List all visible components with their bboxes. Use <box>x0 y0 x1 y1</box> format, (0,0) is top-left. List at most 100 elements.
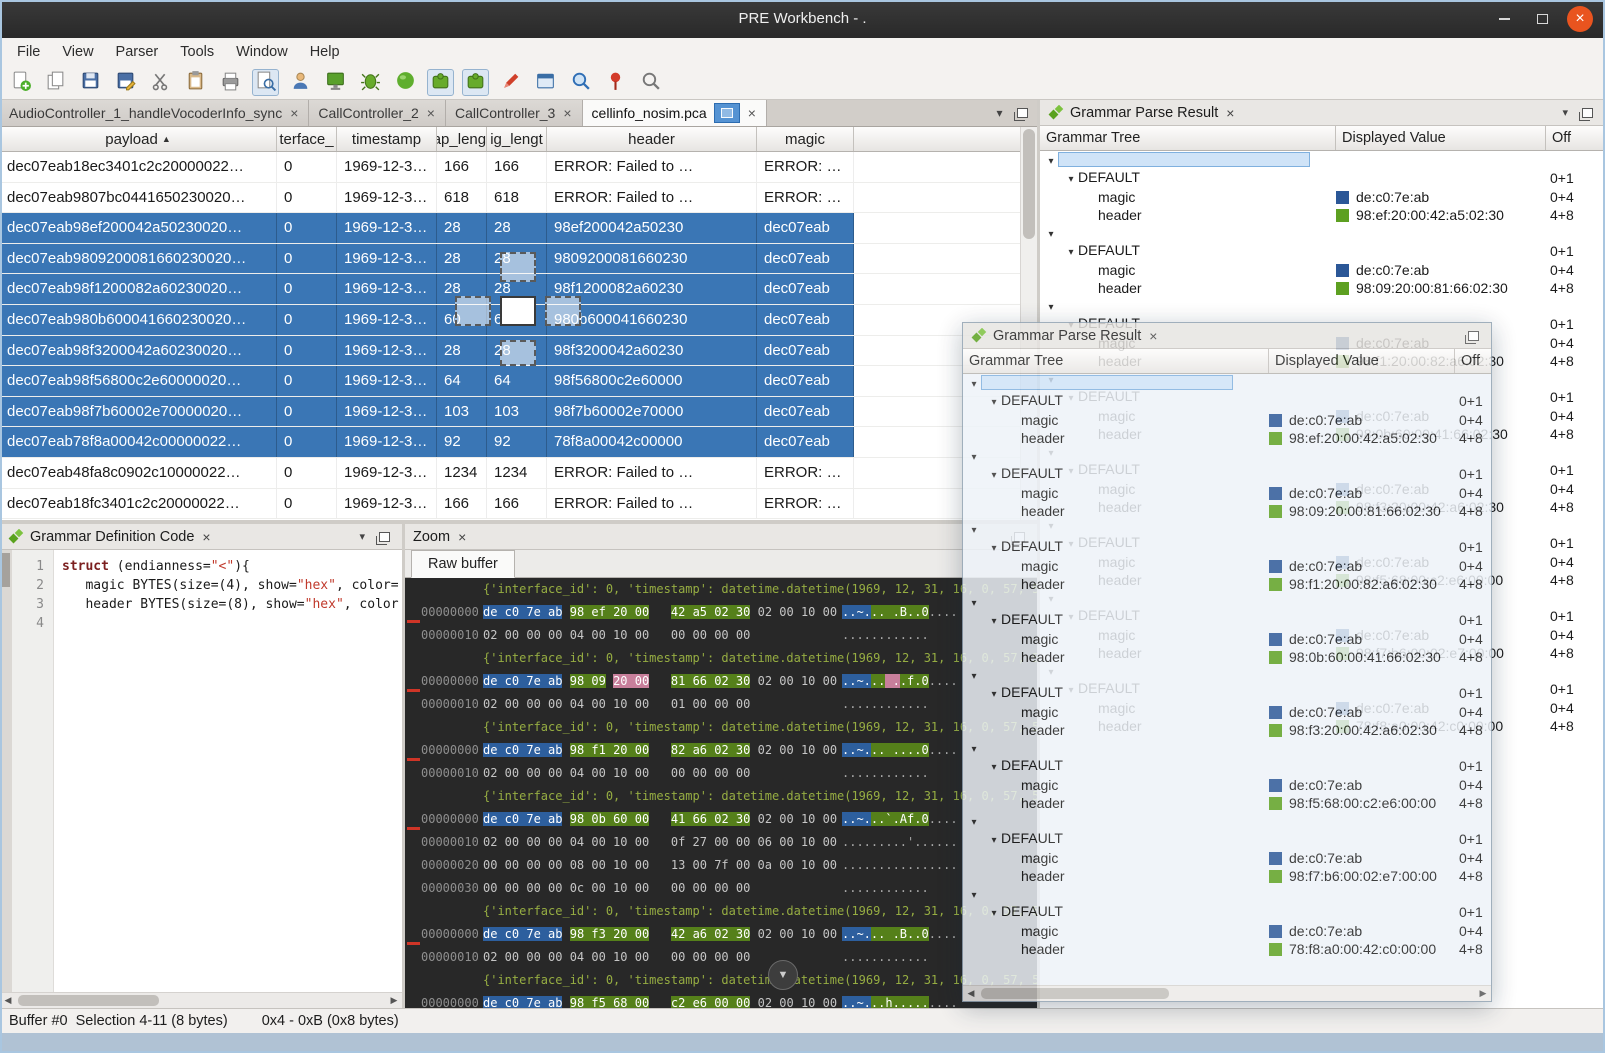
hex-scroll-down-button[interactable]: ▼ <box>768 960 798 990</box>
menu-help[interactable]: Help <box>299 41 351 63</box>
menu-file[interactable]: File <box>6 41 51 63</box>
tree-row-root[interactable]: ▾ <box>963 447 1491 465</box>
tab-list-button[interactable]: ▾ <box>987 100 1012 126</box>
scroll-left-icon[interactable]: ◀ <box>963 988 979 999</box>
tree-row-header[interactable]: header78:f8:a0:00:42:c0:00:004+8 <box>963 940 1491 958</box>
tab-audiocontroller-1-handlevocoderinfo-sync[interactable]: AudioController_1_handleVocoderInfo_sync… <box>0 100 309 126</box>
tree-row-default[interactable]: ▾DEFAULT0+1 <box>963 757 1491 775</box>
tree-row-default[interactable]: ▾DEFAULT0+1 <box>963 684 1491 702</box>
marker-button[interactable] <box>497 69 524 96</box>
tree-row-magic[interactable]: magicde:c0:7e:ab0+4 <box>1040 188 1605 206</box>
menu-window[interactable]: Window <box>225 41 299 63</box>
hex-row[interactable]: 0000001002 00 00 00 04 00 10 00 01 00 00… <box>405 693 1037 716</box>
table-row[interactable]: dec07eab48fa8c0902c10000022…01969-12-3…1… <box>0 458 1037 489</box>
table-row[interactable]: dec07eab98f56800c2e60000020…01969-12-3…6… <box>0 366 1037 397</box>
titlebar[interactable]: PRE Workbench - . × <box>0 0 1605 38</box>
open-parse-result-button[interactable] <box>252 69 279 96</box>
tree-column-grammar-tree[interactable]: Grammar Tree <box>1040 126 1336 150</box>
parse-all-button[interactable] <box>462 69 489 96</box>
column-header-timestamp[interactable]: timestamp <box>337 127 437 151</box>
tree-row-magic[interactable]: magicde:c0:7e:ab0+4 <box>963 776 1491 794</box>
window-button[interactable] <box>532 69 559 96</box>
save-as-button[interactable] <box>112 69 139 96</box>
tree-row-root[interactable]: ▾ <box>963 666 1491 684</box>
scrollbar-thumb[interactable] <box>981 988 1169 999</box>
hex-row[interactable]: 00000000de c0 7e ab 98 f5 68 00 c2 e6 00… <box>405 992 1037 1008</box>
tree-column-displayed-value[interactable]: Displayed Value <box>1269 349 1455 373</box>
tab-detach-button[interactable] <box>1012 100 1037 126</box>
hex-row[interactable]: 0000001002 00 00 00 04 00 10 00 0f 27 00… <box>405 831 1037 854</box>
column-header-magic[interactable]: magic <box>757 127 854 151</box>
panel-close-icon[interactable]: × <box>1149 328 1157 344</box>
zoom-panel-header[interactable]: Zoom × <box>405 524 1037 550</box>
scrollbar-thumb[interactable] <box>1023 129 1035 239</box>
hex-row[interactable]: 0000003000 00 00 00 0c 00 10 00 00 00 00… <box>405 877 1037 900</box>
hex-row[interactable]: 00000000de c0 7e ab 98 09 20 00 81 66 02… <box>405 670 1037 693</box>
tree-row-root[interactable]: ▾ <box>1040 297 1605 315</box>
code-editor[interactable]: 1234 struct (endianness="<"){ magic BYTE… <box>0 550 402 992</box>
scroll-right-icon[interactable]: ▶ <box>386 995 402 1006</box>
maximize-button[interactable] <box>1529 6 1555 32</box>
tree-row-magic[interactable]: magicde:c0:7e:ab0+4 <box>963 630 1491 648</box>
table-row[interactable]: dec07eab98ef200042a50230020…01969-12-3…2… <box>0 213 1037 244</box>
panel-menu-icon[interactable]: ▾ <box>1562 106 1568 119</box>
new-file-button[interactable] <box>7 69 34 96</box>
panel-float-icon[interactable] <box>1582 108 1593 118</box>
tree-row-default[interactable]: ▾DEFAULT0+1 <box>963 538 1491 556</box>
tab-cellinfo-nosim-pca[interactable]: cellinfo_nosim.pca× <box>583 100 767 126</box>
table-row[interactable]: dec07eab18fc3401c2c20000022…01969-12-3…1… <box>0 489 1037 520</box>
copy-document-button[interactable] <box>42 69 69 96</box>
tree-column-displayed-value[interactable]: Displayed Value <box>1336 126 1546 150</box>
search-button[interactable] <box>637 69 664 96</box>
scrollbar-thumb[interactable] <box>18 995 159 1006</box>
tree-row-header[interactable]: header98:ef:20:00:42:a5:02:304+8 <box>1040 206 1605 224</box>
column-header-ap-lengt[interactable]: ap_lengt <box>437 127 487 151</box>
run-button[interactable] <box>392 69 419 96</box>
cut-button[interactable] <box>147 69 174 96</box>
floating-panel-header[interactable]: Grammar Parse Result × <box>963 323 1491 349</box>
tree-row-magic[interactable]: magicde:c0:7e:ab0+4 <box>963 484 1491 502</box>
tree-row-magic[interactable]: magicde:c0:7e:ab0+4 <box>963 411 1491 429</box>
hex-row[interactable]: 0000002000 00 00 00 08 00 10 00 13 00 7f… <box>405 854 1037 877</box>
grammar-code-panel-header[interactable]: Grammar Definition Code × ▾ <box>0 524 402 550</box>
hex-row[interactable]: 0000001002 00 00 00 04 00 10 00 00 00 00… <box>405 624 1037 647</box>
menu-view[interactable]: View <box>51 41 104 63</box>
table-row[interactable]: dec07eab98f7b60002e70000020…01969-12-3…1… <box>0 397 1037 428</box>
tree-row-header[interactable]: header98:f5:68:00:c2:e6:00:004+8 <box>963 794 1491 812</box>
tree-column-off[interactable]: Off <box>1455 349 1492 373</box>
minimize-button[interactable] <box>1491 6 1517 32</box>
column-header-payload[interactable]: payload▲ <box>0 127 277 151</box>
hex-row[interactable]: 0000001002 00 00 00 04 00 10 00 00 00 00… <box>405 762 1037 785</box>
debug-button[interactable] <box>357 69 384 96</box>
tree-row-header[interactable]: header98:09:20:00:81:66:02:304+8 <box>1040 279 1605 297</box>
tab-close-icon[interactable]: × <box>562 105 572 121</box>
hex-row[interactable]: 00000000de c0 7e ab 98 0b 60 00 41 66 02… <box>405 808 1037 831</box>
tab-callcontroller-2[interactable]: CallController_2× <box>309 100 446 126</box>
tab-raw-buffer[interactable]: Raw buffer <box>411 550 515 578</box>
tree-row-root[interactable]: ▾ <box>963 593 1491 611</box>
tree-row-header[interactable]: header98:f7:b6:00:02:e7:00:004+8 <box>963 867 1491 885</box>
panel-close-icon[interactable]: × <box>202 529 210 545</box>
pin-button[interactable] <box>602 69 629 96</box>
panel-close-icon[interactable]: × <box>458 529 466 545</box>
code-horizontal-scrollbar[interactable]: ◀ ▶ <box>0 992 402 1008</box>
tree-row-root[interactable]: ▾ <box>1040 151 1605 169</box>
table-row[interactable]: dec07eab78f8a00042c00000022…01969-12-3…9… <box>0 427 1037 458</box>
tree-row-root[interactable]: ▾ <box>963 374 1491 392</box>
tree-row-default[interactable]: ▾DEFAULT0+1 <box>1040 169 1605 187</box>
save-button[interactable] <box>77 69 104 96</box>
hex-row[interactable]: 00000000de c0 7e ab 98 ef 20 00 42 a5 02… <box>405 601 1037 624</box>
print-button[interactable] <box>217 69 244 96</box>
tree-row-default[interactable]: ▾DEFAULT0+1 <box>963 903 1491 921</box>
paste-button[interactable] <box>182 69 209 96</box>
tree-row-root[interactable]: ▾ <box>963 520 1491 538</box>
panel-menu-icon[interactable]: ▾ <box>359 530 365 543</box>
panel-float-icon[interactable] <box>1468 331 1479 341</box>
tree-row-header[interactable]: header98:0b:60:00:41:66:02:304+8 <box>963 648 1491 666</box>
tree-row-root[interactable]: ▾ <box>963 885 1491 903</box>
tree-row-magic[interactable]: magicde:c0:7e:ab0+4 <box>1040 261 1605 279</box>
floating-horizontal-scrollbar[interactable]: ◀ ▶ <box>963 985 1491 1001</box>
tree-row-default[interactable]: ▾DEFAULT0+1 <box>963 465 1491 483</box>
tree-row-header[interactable]: header98:f1:20:00:82:a6:02:304+8 <box>963 575 1491 593</box>
tree-row-header[interactable]: header98:f3:20:00:42:a6:02:304+8 <box>963 721 1491 739</box>
